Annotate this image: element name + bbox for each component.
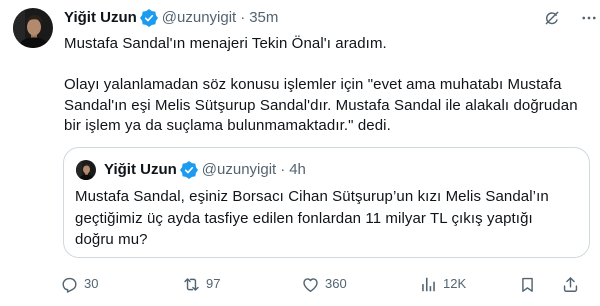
bookmark-icon <box>518 275 537 294</box>
tweet-paragraph: Mustafa Sandal'ın menajeri Tekin Önal'ı … <box>64 35 387 52</box>
bookmark-button[interactable] <box>518 274 537 294</box>
like-count: 360 <box>325 276 347 291</box>
author-handle[interactable]: @uzunyigit <box>162 8 236 28</box>
more-icon[interactable] <box>580 9 598 27</box>
tweet-paragraph: Olayı yalanlamadan söz konusu işlemler i… <box>64 76 578 134</box>
like-button[interactable]: 360 <box>301 274 347 294</box>
quoted-tweet-header: Yiğit Uzun @uzunyigit · 4h <box>104 160 306 180</box>
tweet-header: Yiğit Uzun @uzunyigit · 35m <box>64 8 278 28</box>
share-button[interactable] <box>561 274 580 294</box>
views-icon <box>419 275 438 294</box>
share-icon <box>561 275 580 294</box>
timestamp[interactable]: 35m <box>249 8 278 28</box>
heart-icon <box>301 275 320 294</box>
verified-badge-icon <box>179 161 198 179</box>
avatar[interactable] <box>13 8 53 48</box>
quoted-author-name[interactable]: Yiğit Uzun <box>104 160 177 180</box>
retweet-count: 97 <box>206 276 221 291</box>
quoted-tweet-text: Mustafa Sandal, eşiniz Borsacı Cihan Süt… <box>75 188 549 248</box>
views-count: 12K <box>443 276 467 291</box>
reply-icon <box>60 275 79 294</box>
quoted-avatar[interactable] <box>76 160 96 180</box>
tweet-text: Mustafa Sandal'ın menajeri Tekin Önal'ı … <box>64 34 590 137</box>
quoted-tweet[interactable]: Yiğit Uzun @uzunyigit · 4h Mustafa Sanda… <box>63 147 590 258</box>
reply-count: 30 <box>84 276 99 291</box>
views-button[interactable]: 12K <box>419 274 466 294</box>
author-name[interactable]: Yiğit Uzun <box>64 8 137 28</box>
quoted-timestamp: 4h <box>289 161 306 178</box>
separator-dot: · <box>240 9 246 26</box>
reply-button[interactable]: 30 <box>60 274 98 294</box>
retweet-icon <box>182 275 201 294</box>
grok-icon[interactable] <box>543 9 561 27</box>
verified-badge-icon <box>139 9 158 27</box>
quoted-author-handle: @uzunyigit <box>201 161 277 178</box>
separator-dot: · <box>280 161 286 178</box>
retweet-button[interactable]: 97 <box>182 274 220 294</box>
